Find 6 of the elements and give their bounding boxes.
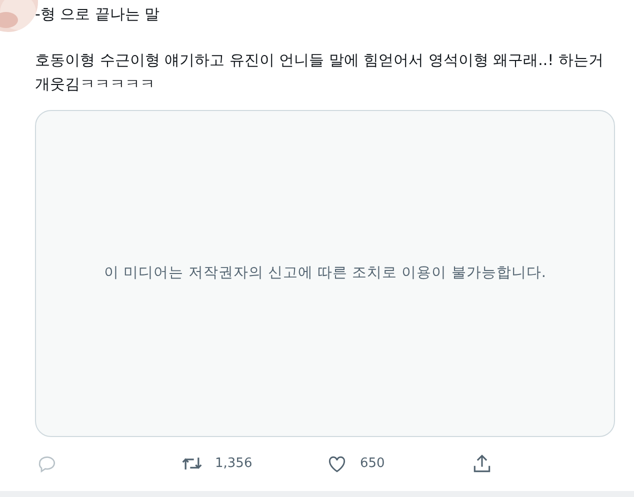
share-icon[interactable]	[471, 453, 493, 475]
media-notice: 이 미디어는 저작권자의 신고에 따른 조치로 이용이 불가능합니다.	[104, 264, 546, 283]
tweet-subtitle: -형 으로 끝나는 말	[35, 4, 161, 25]
like-count: 650	[360, 455, 385, 474]
retweet-count: 1,356	[215, 455, 252, 474]
tweet-text: 호동이형 수근이형 얘기하고 유진이 언니들 말에 힘얻어서 영석이형 왜구래..! 하는거 개웃김ㅋㅋㅋㅋㅋ	[35, 50, 604, 95]
